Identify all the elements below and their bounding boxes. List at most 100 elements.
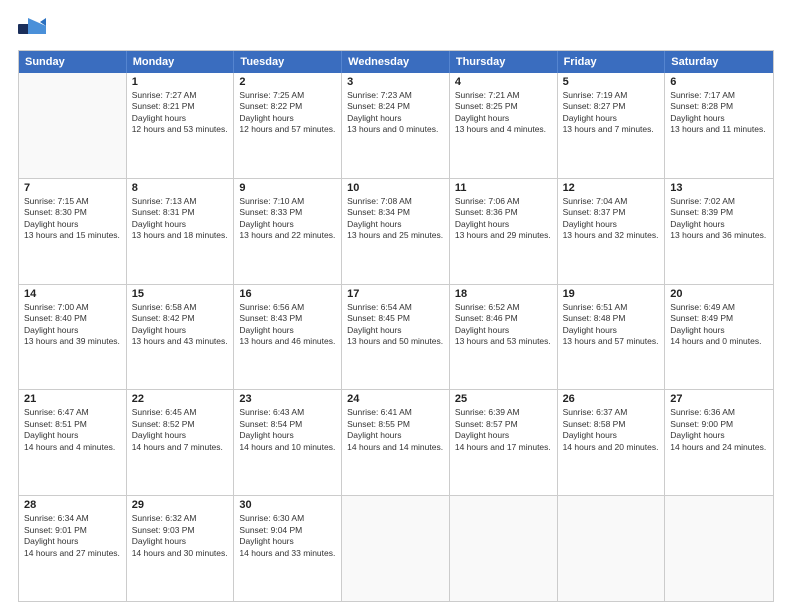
sunset-line: Sunset: 8:46 PM [455, 313, 552, 324]
sunrise-line: Sunrise: 7:17 AM [670, 90, 768, 101]
sunrise-line: Sunrise: 7:04 AM [563, 196, 660, 207]
day-number: 3 [347, 76, 444, 88]
daylight-value: 13 hours and 39 minutes. [24, 336, 121, 347]
calendar-cell: 10Sunrise: 7:08 AMSunset: 8:34 PMDayligh… [342, 179, 450, 284]
daylight-label: Daylight hours [239, 113, 336, 124]
calendar-cell: 22Sunrise: 6:45 AMSunset: 8:52 PMDayligh… [127, 390, 235, 495]
day-number: 27 [670, 393, 768, 405]
sunset-line: Sunset: 8:25 PM [455, 101, 552, 112]
day-number: 25 [455, 393, 552, 405]
daylight-label: Daylight hours [563, 113, 660, 124]
daylight-value: 13 hours and 36 minutes. [670, 230, 768, 241]
calendar-cell: 18Sunrise: 6:52 AMSunset: 8:46 PMDayligh… [450, 285, 558, 390]
weekday-header: Friday [558, 51, 666, 73]
sunset-line: Sunset: 8:48 PM [563, 313, 660, 324]
day-number: 10 [347, 182, 444, 194]
logo-icon [18, 18, 46, 40]
sunset-line: Sunset: 8:40 PM [24, 313, 121, 324]
sunrise-line: Sunrise: 7:02 AM [670, 196, 768, 207]
day-number: 17 [347, 288, 444, 300]
day-number: 22 [132, 393, 229, 405]
page: SundayMondayTuesdayWednesdayThursdayFrid… [0, 0, 792, 612]
sunset-line: Sunset: 8:43 PM [239, 313, 336, 324]
sunset-line: Sunset: 8:49 PM [670, 313, 768, 324]
sunset-line: Sunset: 8:55 PM [347, 419, 444, 430]
sunset-line: Sunset: 8:36 PM [455, 207, 552, 218]
daylight-value: 14 hours and 24 minutes. [670, 442, 768, 453]
daylight-value: 14 hours and 30 minutes. [132, 548, 229, 559]
daylight-value: 14 hours and 33 minutes. [239, 548, 336, 559]
calendar-body: 1Sunrise: 7:27 AMSunset: 8:21 PMDaylight… [19, 73, 773, 601]
daylight-value: 14 hours and 10 minutes. [239, 442, 336, 453]
daylight-label: Daylight hours [455, 430, 552, 441]
day-number: 7 [24, 182, 121, 194]
daylight-value: 13 hours and 0 minutes. [347, 124, 444, 135]
daylight-value: 14 hours and 17 minutes. [455, 442, 552, 453]
sunset-line: Sunset: 8:22 PM [239, 101, 336, 112]
calendar-row: 14Sunrise: 7:00 AMSunset: 8:40 PMDayligh… [19, 284, 773, 390]
sunrise-line: Sunrise: 7:13 AM [132, 196, 229, 207]
day-number: 2 [239, 76, 336, 88]
weekday-header: Monday [127, 51, 235, 73]
sunset-line: Sunset: 8:33 PM [239, 207, 336, 218]
day-number: 18 [455, 288, 552, 300]
daylight-value: 13 hours and 22 minutes. [239, 230, 336, 241]
daylight-label: Daylight hours [563, 219, 660, 230]
daylight-label: Daylight hours [132, 219, 229, 230]
daylight-value: 13 hours and 7 minutes. [563, 124, 660, 135]
sunset-line: Sunset: 8:21 PM [132, 101, 229, 112]
daylight-value: 13 hours and 53 minutes. [455, 336, 552, 347]
sunrise-line: Sunrise: 6:54 AM [347, 302, 444, 313]
sunrise-line: Sunrise: 6:32 AM [132, 513, 229, 524]
daylight-value: 13 hours and 50 minutes. [347, 336, 444, 347]
daylight-value: 14 hours and 20 minutes. [563, 442, 660, 453]
sunset-line: Sunset: 8:54 PM [239, 419, 336, 430]
sunrise-line: Sunrise: 6:30 AM [239, 513, 336, 524]
calendar-cell: 17Sunrise: 6:54 AMSunset: 8:45 PMDayligh… [342, 285, 450, 390]
sunrise-line: Sunrise: 7:15 AM [24, 196, 121, 207]
daylight-label: Daylight hours [132, 325, 229, 336]
day-number: 12 [563, 182, 660, 194]
daylight-value: 14 hours and 14 minutes. [347, 442, 444, 453]
calendar-cell [450, 496, 558, 601]
sunrise-line: Sunrise: 6:58 AM [132, 302, 229, 313]
calendar-cell: 3Sunrise: 7:23 AMSunset: 8:24 PMDaylight… [342, 73, 450, 178]
calendar-row: 1Sunrise: 7:27 AMSunset: 8:21 PMDaylight… [19, 73, 773, 178]
day-number: 26 [563, 393, 660, 405]
weekday-header: Wednesday [342, 51, 450, 73]
sunrise-line: Sunrise: 6:49 AM [670, 302, 768, 313]
daylight-value: 14 hours and 27 minutes. [24, 548, 121, 559]
daylight-label: Daylight hours [239, 219, 336, 230]
daylight-label: Daylight hours [563, 430, 660, 441]
day-number: 11 [455, 182, 552, 194]
sunset-line: Sunset: 8:24 PM [347, 101, 444, 112]
sunset-line: Sunset: 8:27 PM [563, 101, 660, 112]
daylight-value: 13 hours and 4 minutes. [455, 124, 552, 135]
weekday-header: Thursday [450, 51, 558, 73]
sunrise-line: Sunrise: 6:56 AM [239, 302, 336, 313]
calendar-cell [19, 73, 127, 178]
daylight-value: 13 hours and 57 minutes. [563, 336, 660, 347]
daylight-label: Daylight hours [132, 430, 229, 441]
daylight-value: 13 hours and 46 minutes. [239, 336, 336, 347]
calendar-cell: 8Sunrise: 7:13 AMSunset: 8:31 PMDaylight… [127, 179, 235, 284]
sunrise-line: Sunrise: 7:06 AM [455, 196, 552, 207]
day-number: 24 [347, 393, 444, 405]
calendar-cell: 6Sunrise: 7:17 AMSunset: 8:28 PMDaylight… [665, 73, 773, 178]
sunrise-line: Sunrise: 7:27 AM [132, 90, 229, 101]
calendar-cell: 9Sunrise: 7:10 AMSunset: 8:33 PMDaylight… [234, 179, 342, 284]
sunset-line: Sunset: 8:30 PM [24, 207, 121, 218]
calendar-header: SundayMondayTuesdayWednesdayThursdayFrid… [19, 51, 773, 73]
sunrise-line: Sunrise: 7:19 AM [563, 90, 660, 101]
calendar-cell: 28Sunrise: 6:34 AMSunset: 9:01 PMDayligh… [19, 496, 127, 601]
daylight-label: Daylight hours [347, 219, 444, 230]
daylight-label: Daylight hours [670, 113, 768, 124]
sunrise-line: Sunrise: 6:45 AM [132, 407, 229, 418]
sunrise-line: Sunrise: 7:25 AM [239, 90, 336, 101]
daylight-value: 13 hours and 15 minutes. [24, 230, 121, 241]
daylight-label: Daylight hours [24, 536, 121, 547]
sunrise-line: Sunrise: 6:51 AM [563, 302, 660, 313]
daylight-value: 13 hours and 32 minutes. [563, 230, 660, 241]
daylight-value: 13 hours and 25 minutes. [347, 230, 444, 241]
calendar-cell: 29Sunrise: 6:32 AMSunset: 9:03 PMDayligh… [127, 496, 235, 601]
